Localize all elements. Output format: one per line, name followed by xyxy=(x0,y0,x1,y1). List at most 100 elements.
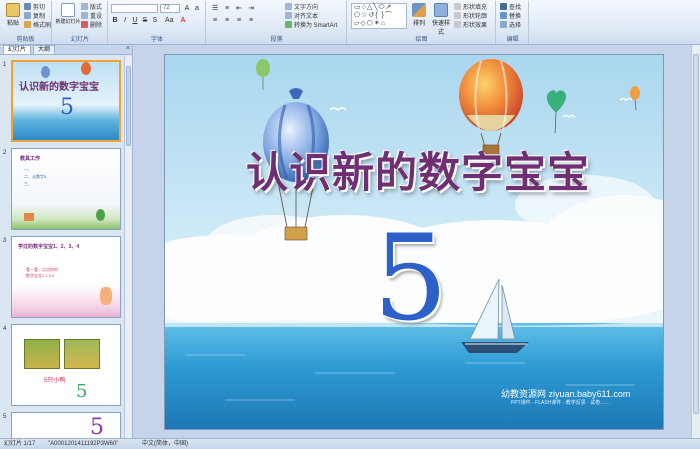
delete-icon xyxy=(81,21,88,28)
quick-styles-button[interactable]: 快速样式 xyxy=(430,3,452,36)
font-name-box[interactable] xyxy=(111,4,158,13)
child-icon xyxy=(100,287,112,305)
quick-styles-icon xyxy=(434,3,448,17)
new-slide-icon xyxy=(61,3,75,17)
underline-icon[interactable]: U xyxy=(131,16,139,24)
scrollbar-thumb[interactable] xyxy=(126,66,131,146)
italic-icon[interactable]: I xyxy=(121,16,129,24)
align-text-icon xyxy=(285,12,292,19)
format-painter-button[interactable]: 格式刷 xyxy=(24,20,51,29)
font-color-icon[interactable]: A xyxy=(179,16,187,24)
reset-button[interactable]: 重设 xyxy=(81,11,102,20)
strikethrough-icon[interactable]: S xyxy=(141,16,149,24)
align-right-icon[interactable]: ≡ xyxy=(235,16,243,24)
copy-button[interactable]: 复制 xyxy=(24,11,45,20)
thumbnail-number: 5 xyxy=(3,414,7,420)
shrink-font-icon[interactable]: a xyxy=(193,4,201,12)
select-button[interactable]: 选择 xyxy=(500,20,521,29)
thumbnail-line: 二、认数字5 xyxy=(24,174,47,179)
slide-digit[interactable]: 5 xyxy=(373,219,448,337)
cut-button[interactable]: 剪切 xyxy=(24,2,45,11)
tree-icon xyxy=(96,209,105,221)
increase-indent-icon[interactable]: ⇥ xyxy=(247,4,255,12)
paragraph-group: ☰ ≡ ⇤ ⇥ ≡ ≡ ≡ ≡ 文字方向 对齐文本 转换为 SmartArt 段… xyxy=(207,1,347,44)
reset-icon xyxy=(81,12,88,19)
scissors-icon xyxy=(24,3,31,10)
slide-thumbnail[interactable]: 学过的数字宝宝1、2、3、4 看一看，点点你的 数字宝宝1 2 3 4 xyxy=(11,236,121,318)
smartart-icon xyxy=(285,21,292,28)
decrease-indent-icon[interactable]: ⇤ xyxy=(235,4,243,12)
shape-outline-button[interactable]: 形状轮廓 xyxy=(454,11,487,20)
justify-icon[interactable]: ≡ xyxy=(247,16,255,24)
numbering-icon[interactable]: ≡ xyxy=(223,4,231,12)
pane-tabs: 幻灯片 大纲 xyxy=(0,45,132,55)
new-slide-button[interactable]: 新建幻灯片 xyxy=(55,3,81,25)
grow-font-icon[interactable]: A xyxy=(183,4,191,12)
slide-thumbnail[interactable]: 5 xyxy=(11,412,121,438)
thumbnail-line: 一、 xyxy=(24,167,32,172)
find-button[interactable]: 查找 xyxy=(500,2,521,11)
shape-effects-button[interactable]: 形状效果 xyxy=(454,20,487,29)
thumbnail-heading: 教具工作 xyxy=(20,156,41,162)
slide-title[interactable]: 认识新的数字宝宝 xyxy=(213,139,623,200)
slides-group: 新建幻灯片 版式 重设 删除 幻灯片 xyxy=(53,1,108,44)
align-center-icon[interactable]: ≡ xyxy=(223,16,231,24)
slide-editing-area: 认识新的数字宝宝 5 幼教资源网 ziyuan.baby611.com PPT课… xyxy=(134,45,700,438)
slide-thumbnail[interactable]: 认识新的数字宝宝 5 xyxy=(11,60,121,142)
shapes-gallery[interactable]: ▭○△╲⬭↗ ⬠☆↺{ }⌒ ▱◇⬡✶⌂ xyxy=(351,3,407,29)
slide-counter: 幻灯片 1/17 xyxy=(4,441,36,447)
thumbnail-scrollbar[interactable] xyxy=(124,56,132,438)
group-label: 段落 xyxy=(270,37,283,43)
scrollbar-thumb[interactable] xyxy=(693,54,699,414)
language-indicator[interactable]: 中文(简体，中国) xyxy=(142,439,188,449)
thumbnail-line: 三、 xyxy=(24,181,32,186)
tab-slides[interactable]: 幻灯片 xyxy=(3,45,32,54)
group-label: 字体 xyxy=(150,37,163,43)
thumbnail-number: 3 xyxy=(3,238,7,244)
arrange-icon xyxy=(412,3,426,17)
pen-icon xyxy=(454,12,461,19)
shape-fill-button[interactable]: 形状填充 xyxy=(454,2,487,11)
vertical-scrollbar[interactable] xyxy=(691,45,700,438)
paste-icon xyxy=(6,3,20,17)
thumbnail-caption: 5只小鸭 xyxy=(44,378,66,384)
slide-thumbnail[interactable]: 教具工作 一、 二、认数字5 三、 xyxy=(11,148,121,230)
fill-bucket-icon xyxy=(454,3,461,10)
thumbnail-number: 2 xyxy=(3,150,7,156)
ribbon: 粘贴 剪切 复制 格式刷 剪贴板 新建幻灯片 版式 重设 删除 幻灯片 72 A… xyxy=(0,0,700,45)
group-label: 剪贴板 xyxy=(16,37,35,43)
photo-ducklings xyxy=(24,339,60,369)
delete-button[interactable]: 删除 xyxy=(81,20,102,29)
thumbnail-number: 1 xyxy=(3,62,7,68)
drawing-group: ▭○△╲⬭↗ ⬠☆↺{ }⌒ ▱◇⬡✶⌂ 排列 快速样式 形状填充 形状轮廓 形… xyxy=(348,1,496,44)
group-label: 绘图 xyxy=(415,37,428,43)
replace-button[interactable]: 替换 xyxy=(500,11,521,20)
close-icon[interactable]: × xyxy=(126,45,130,52)
balloon-icon xyxy=(41,66,50,78)
font-size-box[interactable]: 72 xyxy=(160,4,180,13)
bullets-icon[interactable]: ☰ xyxy=(211,4,219,12)
copy-icon xyxy=(24,12,31,19)
text-direction-button[interactable]: 文字方向 xyxy=(285,2,318,11)
group-label: 幻灯片 xyxy=(70,37,89,43)
thumbnail-number: 4 xyxy=(3,326,7,332)
align-text-button[interactable]: 对齐文本 xyxy=(285,11,318,20)
binoculars-icon xyxy=(500,3,507,10)
thumbnail-digit: 5 xyxy=(90,415,104,438)
tab-outline[interactable]: 大纲 xyxy=(33,45,56,54)
change-case-icon[interactable]: Aa xyxy=(164,16,174,24)
house-icon xyxy=(24,213,34,221)
slide-thumbnail[interactable]: 5只小鸭 5 xyxy=(11,324,121,406)
thumbnail-heading: 学过的数字宝宝1、2、3、4 xyxy=(18,244,80,250)
watermark-subtext: PPT课件 · FLASH课件 · 教学反思 · 试卷…… xyxy=(511,400,611,406)
shadow-icon[interactable]: S xyxy=(151,16,159,24)
thumbnail-line: 数字宝宝1 2 3 4 xyxy=(26,273,55,278)
slide-canvas[interactable]: 认识新的数字宝宝 5 幼教资源网 ziyuan.baby611.com PPT课… xyxy=(164,54,664,430)
paste-button[interactable]: 粘贴 xyxy=(2,3,24,27)
arrange-button[interactable]: 排列 xyxy=(409,3,429,27)
layout-button[interactable]: 版式 xyxy=(81,2,102,11)
slides-pane: 幻灯片 大纲 × 1 认识新的数字宝宝 5 2 教具工作 一、 二、认数字5 三… xyxy=(0,45,133,438)
bold-icon[interactable]: B xyxy=(111,16,119,24)
align-left-icon[interactable]: ≡ xyxy=(211,16,219,24)
smartart-button[interactable]: 转换为 SmartArt xyxy=(285,20,337,29)
